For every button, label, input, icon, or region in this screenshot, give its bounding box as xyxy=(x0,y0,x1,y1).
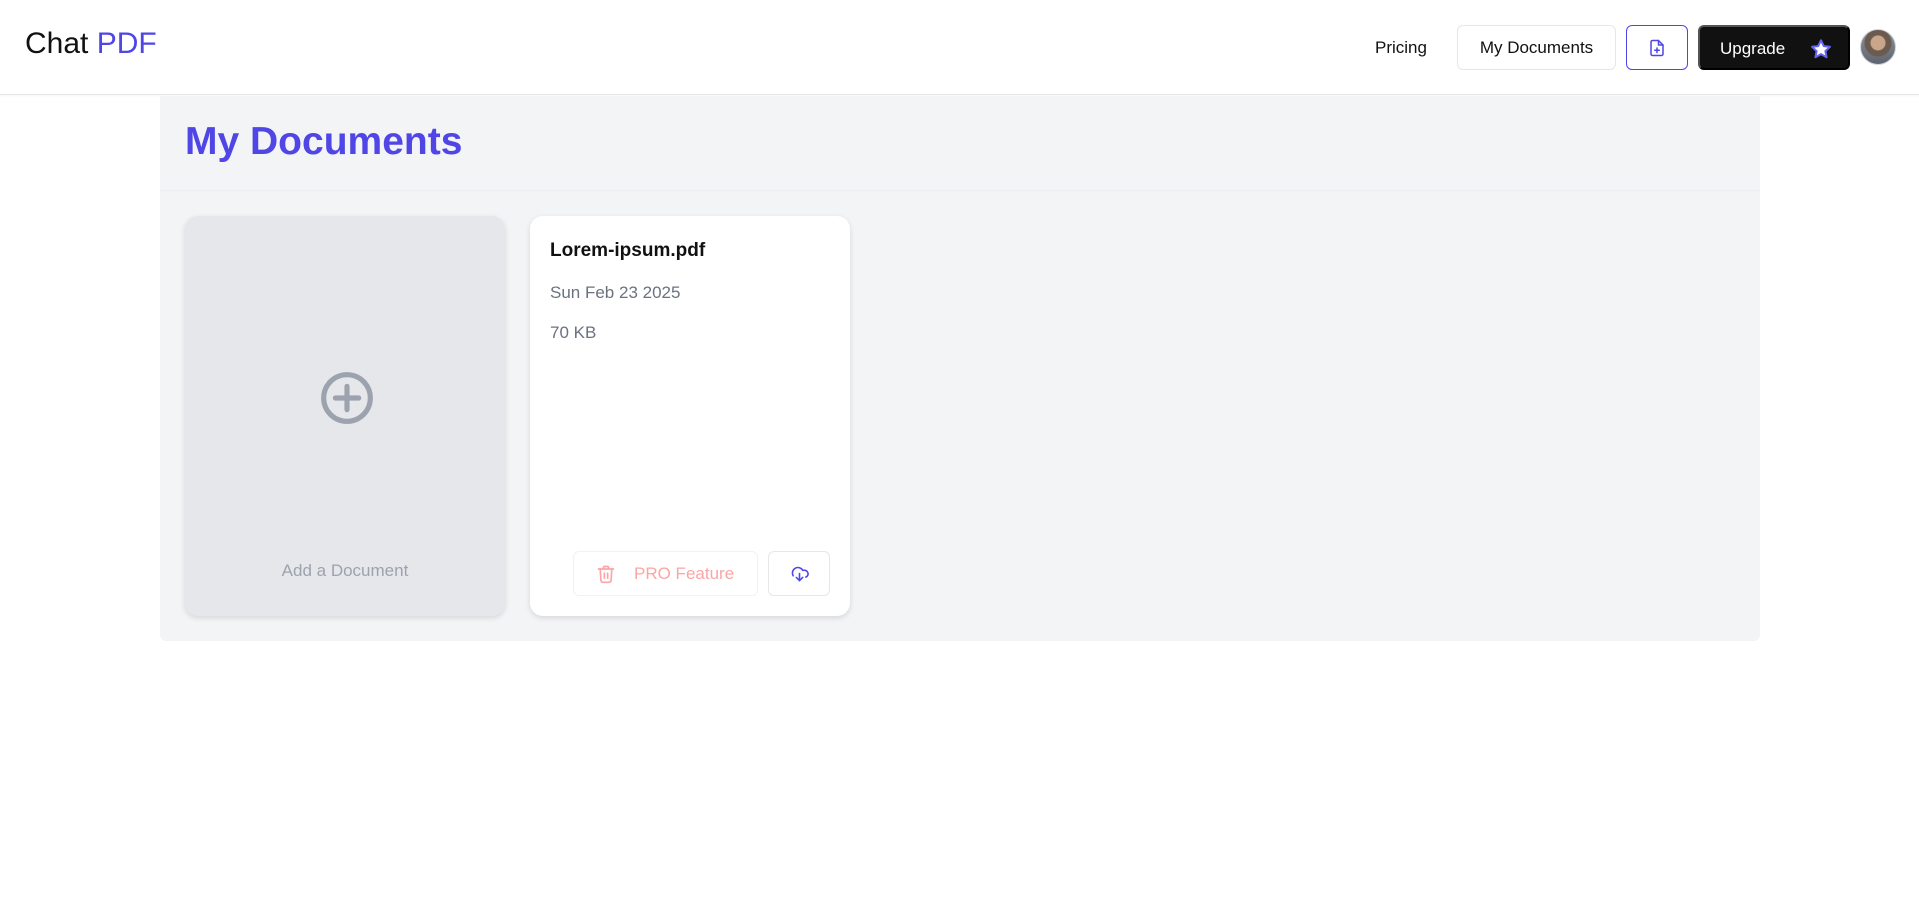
documents-panel: My Documents Add a Document Lorem-ipsum.… xyxy=(160,96,1760,641)
title-divider xyxy=(160,190,1760,191)
my-documents-button[interactable]: My Documents xyxy=(1457,25,1616,70)
plus-circle-icon xyxy=(321,372,373,424)
document-card[interactable]: Lorem-ipsum.pdf Sun Feb 23 2025 70 KB PR… xyxy=(530,216,850,616)
upload-document-button[interactable] xyxy=(1626,25,1688,70)
file-plus-icon xyxy=(1650,39,1664,56)
add-document-card[interactable]: Add a Document xyxy=(185,216,505,616)
page-title: My Documents xyxy=(185,120,463,163)
document-date: Sun Feb 23 2025 xyxy=(550,283,681,302)
download-document-button[interactable] xyxy=(768,551,830,596)
pro-feature-label: PRO Feature xyxy=(634,564,735,583)
upgrade-label: Upgrade xyxy=(1720,39,1786,58)
upgrade-button[interactable]: Upgrade xyxy=(1698,25,1850,70)
add-document-label: Add a Document xyxy=(281,561,409,580)
delete-document-button[interactable]: PRO Feature xyxy=(573,551,758,596)
cloud-download-icon xyxy=(791,566,809,582)
trash-icon xyxy=(597,565,615,584)
user-avatar[interactable] xyxy=(1860,29,1896,65)
app-logo[interactable]: Chat PDF xyxy=(25,26,157,62)
document-name[interactable]: Lorem-ipsum.pdf xyxy=(550,240,705,262)
top-navbar: Chat PDF Pricing My Documents Upgrade xyxy=(0,0,1919,95)
logo-accent-text: PDF xyxy=(96,27,157,60)
star-icon xyxy=(1811,39,1831,59)
logo-text: Chat xyxy=(25,27,89,60)
nav-link-pricing[interactable]: Pricing xyxy=(1354,25,1448,70)
document-size: 70 KB xyxy=(550,323,597,342)
